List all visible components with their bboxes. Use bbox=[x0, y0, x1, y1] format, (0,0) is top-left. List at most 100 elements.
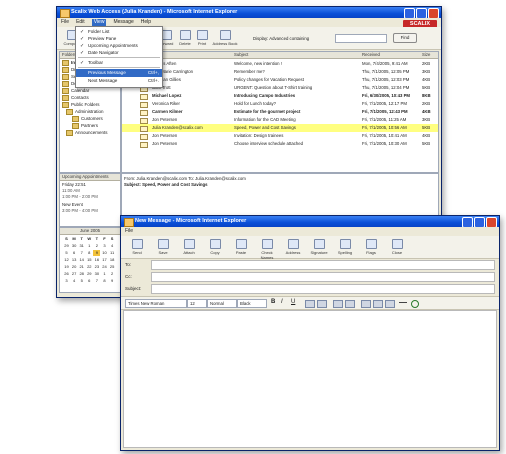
calendar-day[interactable]: 9 bbox=[93, 250, 101, 256]
calendar-day[interactable]: 5 bbox=[63, 250, 70, 256]
table-row[interactable]: Veronica Riker Hold for Lunch today? Fri, … bbox=[122, 100, 438, 108]
subject-field[interactable] bbox=[151, 284, 495, 294]
find-button[interactable]: Find bbox=[393, 33, 417, 43]
size-select[interactable]: 12 bbox=[187, 299, 207, 308]
attach-button[interactable]: Attach bbox=[177, 239, 201, 255]
close-icon[interactable] bbox=[428, 8, 439, 18]
indent-icon[interactable] bbox=[317, 300, 327, 308]
compose-titlebar[interactable]: New Message - Microsoft Internet Explore… bbox=[121, 216, 499, 227]
insert-link-icon[interactable] bbox=[411, 300, 419, 308]
minimize-icon[interactable] bbox=[404, 8, 415, 18]
calendar-day[interactable]: 5 bbox=[78, 278, 85, 284]
calendar-day[interactable]: 3 bbox=[63, 278, 70, 284]
calendar-day[interactable]: 1 bbox=[101, 271, 108, 277]
calendar-day[interactable]: 8 bbox=[86, 250, 93, 256]
calendar-day[interactable]: 29 bbox=[86, 271, 93, 277]
calendar-day[interactable]: 2 bbox=[109, 271, 116, 277]
cc-field[interactable] bbox=[151, 272, 495, 282]
menu-help[interactable]: Help bbox=[141, 19, 151, 26]
calendar-day[interactable]: 9 bbox=[109, 278, 116, 284]
calendar-day[interactable]: 30 bbox=[93, 271, 100, 277]
calendar-day[interactable]: 6 bbox=[86, 278, 93, 284]
calendar-day[interactable]: 1 bbox=[86, 243, 93, 249]
address-button[interactable]: Address bbox=[281, 239, 305, 255]
folder-administration[interactable]: Administration bbox=[66, 109, 118, 115]
calendar-day[interactable]: 20 bbox=[71, 264, 78, 270]
calendar-day[interactable]: 19 bbox=[63, 264, 70, 270]
spelling-button[interactable]: Spelling bbox=[333, 239, 357, 255]
calendar-day[interactable]: 24 bbox=[101, 264, 108, 270]
calendar-day[interactable]: 30 bbox=[71, 243, 78, 249]
view-menu-next-message[interactable]: Next Message Ctrl+. bbox=[76, 77, 162, 85]
table-row[interactable]: Jon Petersen Information for the CAD Meet… bbox=[122, 116, 438, 124]
column-subject[interactable]: Subject bbox=[234, 52, 324, 58]
view-menu-previous-message[interactable]: Previous Message Ctrl+, bbox=[76, 69, 162, 77]
column-size[interactable]: Size bbox=[422, 52, 436, 58]
folder-announcements[interactable]: Announcements bbox=[66, 130, 118, 136]
calendar-day[interactable]: 17 bbox=[101, 257, 108, 263]
font-select[interactable]: Times New Roman bbox=[125, 299, 187, 308]
table-row[interactable]: Michael Lopez Introducing Campo Industrie… bbox=[122, 92, 438, 100]
horizontal-rule-icon[interactable] bbox=[399, 302, 407, 303]
calendar-day[interactable]: 8 bbox=[101, 278, 108, 284]
table-row[interactable]: Jon Petersen Choose interview schedule at… bbox=[122, 140, 438, 148]
search-input[interactable] bbox=[335, 34, 387, 43]
table-row[interactable]: Jack Trott URGENT: Question about T-Shirt… bbox=[122, 84, 438, 92]
style-select[interactable]: Normal bbox=[207, 299, 237, 308]
column-received[interactable]: Received bbox=[362, 52, 412, 58]
table-row[interactable]: Dennis Aften Welcome, new intention ! Mon,… bbox=[122, 60, 438, 68]
send-button[interactable]: Send bbox=[125, 239, 149, 255]
maximize-icon[interactable] bbox=[474, 217, 485, 227]
calendar-day[interactable]: 15 bbox=[86, 257, 93, 263]
calendar-day[interactable]: 26 bbox=[63, 271, 70, 277]
align-center-icon[interactable] bbox=[373, 300, 383, 308]
calendar-day[interactable]: 12 bbox=[63, 257, 70, 263]
save-button[interactable]: Save bbox=[151, 239, 175, 255]
view-menu-toolbar[interactable]: ✓ Toolbar bbox=[76, 59, 162, 67]
calendar-day[interactable]: 31 bbox=[78, 243, 85, 249]
calendar-day[interactable]: 2 bbox=[93, 243, 100, 249]
calendar-day[interactable]: 23 bbox=[93, 264, 100, 270]
calendar-day[interactable]: 7 bbox=[93, 278, 100, 284]
menu-view[interactable]: View bbox=[91, 19, 107, 26]
color-select[interactable]: Black bbox=[237, 299, 267, 308]
print-button[interactable]: Print bbox=[195, 30, 209, 46]
calendar-day[interactable]: 22 bbox=[86, 264, 93, 270]
minimize-icon[interactable] bbox=[462, 217, 473, 227]
menu-edit[interactable]: Edit bbox=[76, 19, 85, 26]
calendar-day[interactable]: 11 bbox=[109, 250, 116, 256]
table-row[interactable]: Stephan Gillies Policy changes for Vacati… bbox=[122, 76, 438, 84]
calendar-day[interactable]: 10 bbox=[101, 250, 108, 256]
calendar-day[interactable]: 28 bbox=[78, 271, 85, 277]
copy-button[interactable]: Copy bbox=[203, 239, 227, 255]
paste-button[interactable]: Paste bbox=[229, 239, 253, 255]
calendar-day[interactable]: 13 bbox=[71, 257, 78, 263]
table-row[interactable]: Jon Petersen Invitation: Design trainees F… bbox=[122, 132, 438, 140]
table-row[interactable]: Ann-Marie Carrington Remember me? Thu, 7/1… bbox=[122, 68, 438, 76]
numbered-list-icon[interactable] bbox=[345, 300, 355, 308]
bold-button[interactable]: B bbox=[271, 299, 275, 305]
calendar-day[interactable]: 14 bbox=[78, 257, 85, 263]
check-names-button[interactable]: Check Names bbox=[255, 239, 279, 260]
align-right-icon[interactable] bbox=[385, 300, 395, 308]
table-row[interactable]: Julia Kranden@scalix.com Speed, Power and… bbox=[122, 124, 438, 132]
calendar-day[interactable]: 16 bbox=[93, 257, 100, 263]
calendar-day[interactable]: 18 bbox=[109, 257, 116, 263]
outdent-icon[interactable] bbox=[305, 300, 315, 308]
menu-message[interactable]: Message bbox=[113, 19, 133, 26]
calendar-day[interactable]: 25 bbox=[109, 264, 116, 270]
menu-file[interactable]: File bbox=[61, 19, 69, 26]
view-menu-date-navigator[interactable]: ✓ Date Navigator bbox=[76, 49, 162, 57]
folder-calendar[interactable]: Calendar bbox=[62, 88, 118, 94]
calendar-day[interactable]: 4 bbox=[109, 243, 116, 249]
menu-file[interactable]: File bbox=[125, 228, 133, 235]
underline-button[interactable]: U bbox=[291, 299, 295, 305]
to-field[interactable] bbox=[151, 260, 495, 270]
table-row[interactable]: Carmen Kilmer Estimate for the gourmet pr… bbox=[122, 108, 438, 116]
close-button[interactable]: Close bbox=[385, 239, 409, 255]
calendar-day[interactable]: 7 bbox=[78, 250, 85, 256]
calendar-day[interactable]: 27 bbox=[71, 271, 78, 277]
calendar-day[interactable]: 3 bbox=[101, 243, 108, 249]
address-book-button[interactable]: Address Book bbox=[211, 30, 239, 46]
close-icon[interactable] bbox=[486, 217, 497, 227]
